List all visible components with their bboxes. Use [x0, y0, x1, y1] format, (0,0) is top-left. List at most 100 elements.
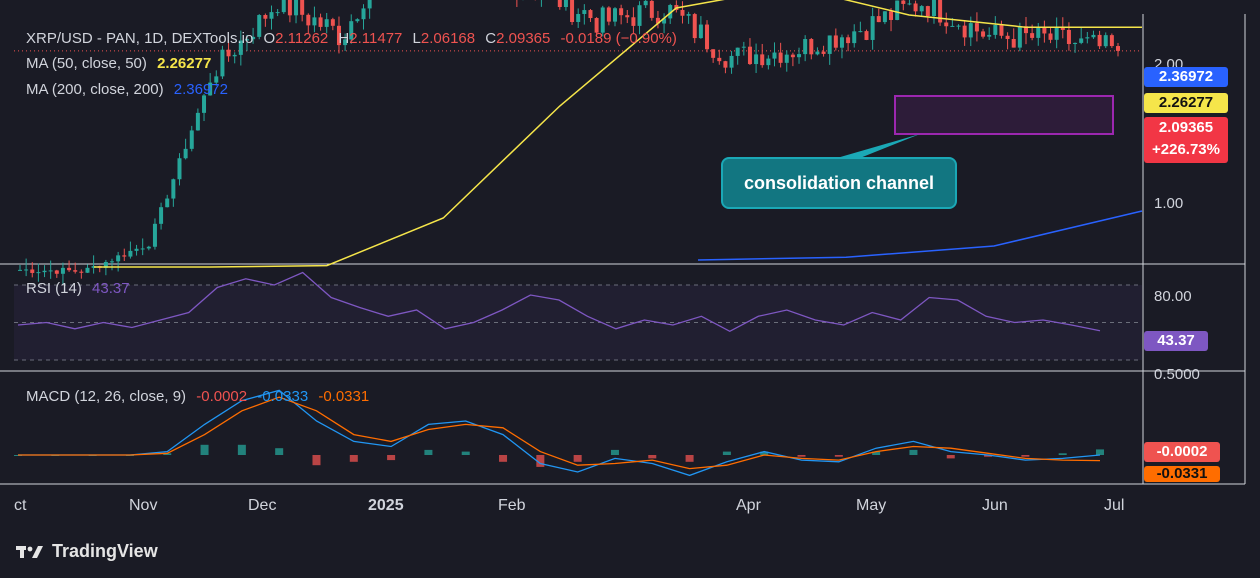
- macd-histogram-bar: [200, 444, 209, 455]
- candle-body: [42, 270, 47, 273]
- last-price: 2.09365: [1158, 119, 1214, 136]
- candle-body: [324, 19, 329, 27]
- macd-legend: MACD (12, 26, close, 9) -0.0002 -0.0333 …: [26, 388, 375, 405]
- macd-histogram-bar: [349, 455, 358, 462]
- candle-body: [956, 25, 961, 27]
- candle-body: [116, 255, 121, 262]
- candle-body: [1036, 26, 1041, 38]
- macd-histogram-bar: [722, 451, 731, 455]
- macd-histogram-bar: [834, 455, 843, 457]
- close-label: C: [485, 30, 497, 47]
- candle-body: [570, 0, 575, 23]
- open-label: O: [263, 30, 276, 47]
- candle-body: [827, 35, 832, 54]
- macd-histogram-bar: [1021, 455, 1030, 457]
- candle-body: [778, 52, 783, 63]
- candle-body: [1097, 34, 1102, 47]
- x-label-jul: Jul: [1104, 497, 1125, 514]
- x-label-feb: Feb: [498, 497, 526, 514]
- candle-body: [563, 0, 568, 8]
- candle-body: [895, 0, 900, 20]
- macd-histogram-bar: [1058, 453, 1067, 455]
- candle-body: [925, 6, 930, 17]
- candle-body: [1116, 46, 1120, 51]
- candle-body: [864, 31, 869, 40]
- candle-body: [67, 267, 72, 271]
- candle-body: [85, 267, 90, 273]
- ma200-line: [697, 210, 1143, 261]
- candle-body: [1030, 33, 1035, 38]
- macd-tick: 0.5000: [1154, 366, 1200, 383]
- candle-body: [1017, 26, 1022, 48]
- candle-body: [815, 51, 820, 55]
- macd-histogram-bar: [573, 455, 582, 462]
- candle-body: [852, 31, 857, 44]
- candle-body: [263, 15, 268, 19]
- candle-body: [588, 10, 593, 19]
- candle-body: [919, 6, 924, 12]
- candle-body: [159, 207, 164, 224]
- candle-body: [680, 9, 685, 16]
- candle-body: [1085, 37, 1090, 39]
- x-label-oct: ct: [14, 497, 27, 514]
- candle-body: [232, 54, 237, 57]
- candle-body: [195, 112, 200, 131]
- candle-body: [613, 8, 618, 22]
- candle-body: [698, 24, 703, 39]
- consolidation-box: [894, 95, 1114, 135]
- candle-body: [165, 198, 170, 208]
- candle-body: [582, 10, 587, 14]
- candle-body: [735, 47, 740, 56]
- candle-body: [784, 54, 789, 63]
- candle-body: [1066, 29, 1071, 45]
- candle-body: [913, 3, 918, 12]
- candle-body: [625, 15, 630, 18]
- candle-body: [809, 39, 814, 55]
- signal-value: -0.0333: [257, 388, 309, 405]
- candle-body: [557, 0, 562, 8]
- macd-histogram-bar: [1096, 449, 1104, 455]
- tradingview-brand[interactable]: TradingView: [16, 541, 158, 562]
- candle-body: [803, 39, 808, 55]
- candle-body: [576, 13, 581, 23]
- candle-body: [981, 31, 986, 37]
- rsi-tag: 43.37: [1144, 331, 1208, 351]
- candle-body: [312, 17, 317, 26]
- macd-histogram-bar: [312, 455, 321, 466]
- macd-histogram-bar: [797, 455, 806, 457]
- candle-body: [1048, 33, 1053, 40]
- candle-body: [1005, 35, 1010, 39]
- candle-body: [950, 25, 955, 27]
- candle-body: [858, 31, 863, 33]
- candle-body: [705, 24, 710, 50]
- pct-change: +226.73%: [1152, 141, 1220, 158]
- candle-body: [202, 95, 207, 113]
- candle-body: [999, 25, 1004, 36]
- macd-histogram-bar: [610, 449, 619, 455]
- candle-body: [649, 0, 654, 18]
- rsi-legend: RSI (14) 43.37: [26, 280, 136, 297]
- candle-body: [606, 7, 611, 22]
- candle-body: [48, 270, 53, 272]
- candle-body: [619, 8, 624, 16]
- candle-body: [643, 0, 648, 6]
- candle-body: [637, 5, 642, 26]
- candle-body: [993, 25, 998, 35]
- y-tick-1: 1.00: [1154, 195, 1184, 212]
- candle-body: [122, 255, 127, 257]
- candle-body: [300, 0, 305, 15]
- ma50-value: 2.26277: [157, 55, 212, 72]
- signal-line: [18, 396, 1101, 470]
- candle-body: [128, 250, 133, 257]
- macd-histogram-bar: [387, 455, 396, 461]
- candle-body: [110, 261, 115, 263]
- candle-body: [189, 130, 194, 149]
- candle-body: [281, 0, 286, 13]
- candle-body: [729, 55, 734, 68]
- candle-body: [1103, 35, 1108, 47]
- candle-body: [876, 16, 881, 23]
- candle-body: [60, 267, 65, 274]
- candle-body: [717, 57, 722, 62]
- candle-body: [318, 17, 323, 27]
- macd-histogram-bar: [499, 455, 508, 462]
